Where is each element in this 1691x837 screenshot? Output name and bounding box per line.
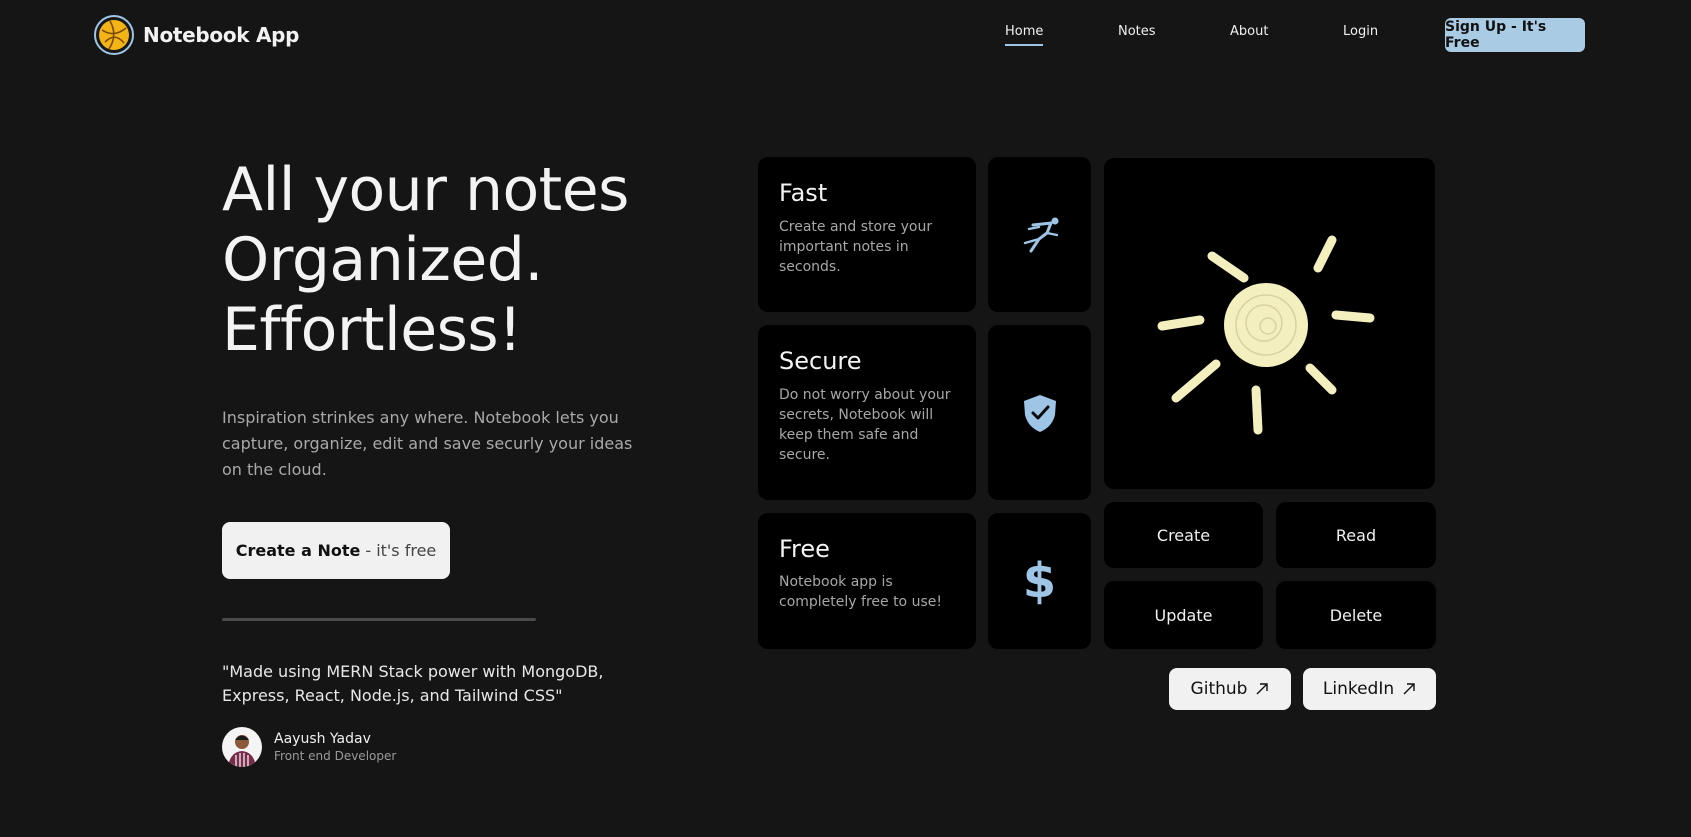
author: Aayush Yadav Front end Developer [222,727,396,767]
hero-description: Inspiration strinkes any where. Notebook… [222,408,633,479]
crud-update: Update [1104,581,1263,649]
github-label: Github [1190,679,1248,699]
shield-check-icon [1023,394,1056,432]
linkedin-label: LinkedIn [1322,679,1395,699]
feature-text: Create and store your important notes in… [779,219,933,275]
arrow-up-right-icon [1256,683,1269,695]
app-name: Notebook App [143,23,300,47]
feature-icon-card-secure [988,325,1091,500]
signup-button[interactable]: Sign Up - It's Free [1445,18,1585,52]
github-link[interactable]: Github [1169,668,1291,710]
crud-create: Create [1104,502,1263,568]
feature-text: Notebook app is completely free to use! [779,574,942,610]
dollar-icon: $ [1022,553,1057,609]
logo-globe-icon [94,15,134,55]
nav-home[interactable]: Home [1005,24,1044,46]
sun-icon [1157,235,1375,435]
cta-strong-label: Create a Note [235,541,361,560]
cta-light-label: - it's free [365,541,437,560]
feature-card-fast: Fast Create and store your important not… [758,157,976,312]
author-name: Aayush Yadav [274,731,371,747]
feature-icon-card-free: $ [988,513,1091,649]
page: Notebook App Home Notes About Login Sign… [0,0,1691,837]
hero-title-line-1: All your notes [222,155,629,225]
crud-delete: Delete [1276,581,1436,649]
linkedin-link[interactable]: LinkedIn [1303,668,1436,710]
feature-title: Fast [779,179,828,207]
app-logo[interactable]: Notebook App [94,15,299,55]
sun-illustration-card [1104,158,1435,489]
feature-icon-card-fast [988,157,1091,312]
tech-quote: "Made using MERN Stack power with MongoD… [222,662,604,705]
hero-title-line-2: Organized. [222,225,543,295]
create-note-button[interactable]: Create a Note - it's free [222,522,450,579]
running-man-icon [1023,217,1058,252]
divider [222,618,536,621]
nav-about[interactable]: About [1230,24,1268,39]
feature-card-secure: Secure Do not worry about your secrets, … [758,325,976,500]
feature-title: Free [779,535,830,563]
feature-card-free: Free Notebook app is completely free to … [758,513,976,649]
hero-title: All your notes Organized. Effortless! [222,155,702,365]
nav-login[interactable]: Login [1343,24,1378,39]
nav-notes[interactable]: Notes [1118,24,1156,39]
hero-title-line-3: Effortless! [222,295,522,365]
author-role: Front end Developer [274,749,397,763]
feature-text: Do not worry about your secrets, Noteboo… [779,387,951,463]
feature-title: Secure [779,347,862,375]
avatar [222,727,262,767]
crud-read: Read [1276,502,1436,568]
arrow-up-right-icon [1403,683,1415,695]
